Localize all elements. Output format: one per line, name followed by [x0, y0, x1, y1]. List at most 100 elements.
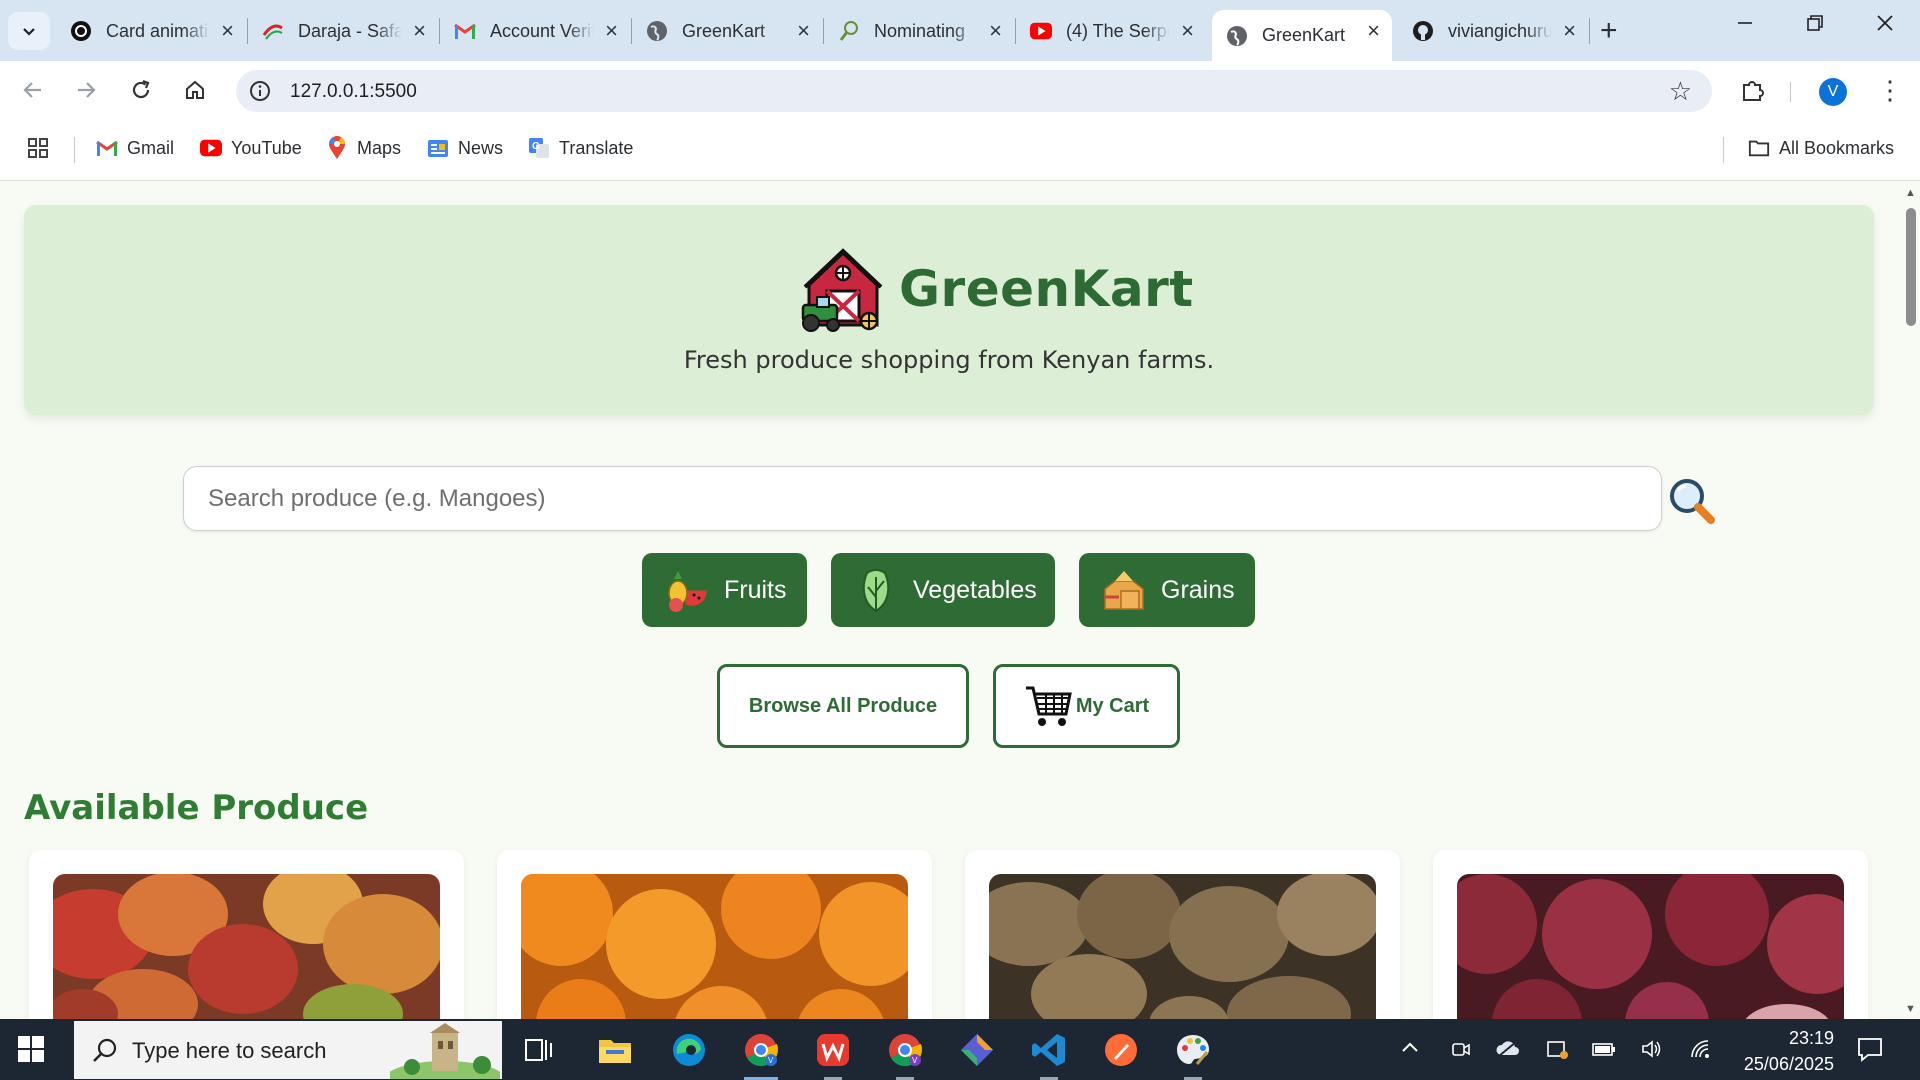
browser-toolbar: 127.0.0.1:5500 ☆ V ⋮	[0, 61, 1920, 119]
tab-youtube[interactable]: (4) The Serpent ×	[1016, 10, 1206, 52]
tab-greenkart-active[interactable]: GreenKart ×	[1212, 10, 1392, 61]
product-card[interactable]	[1433, 850, 1868, 1019]
fruits-icon	[668, 571, 710, 612]
bookmark-star-icon[interactable]: ☆	[1669, 76, 1692, 107]
tagline: Fresh produce shopping from Kenyan farms…	[683, 346, 1215, 374]
bookmark-gmail[interactable]: Gmail	[96, 137, 174, 159]
chrome-button[interactable]: V	[738, 1027, 784, 1080]
close-window-button[interactable]	[1876, 12, 1894, 38]
git-client-button[interactable]	[954, 1027, 1000, 1073]
edge-button[interactable]	[666, 1027, 712, 1073]
browse-all-button[interactable]: Browse All Produce	[717, 664, 969, 748]
close-icon[interactable]: ×	[605, 20, 618, 42]
tab-title: (4) The Serpent	[1066, 20, 1170, 41]
security-icon[interactable]	[1546, 1039, 1568, 1064]
scroll-down-icon[interactable]: ▼	[1905, 1003, 1916, 1015]
meet-now-icon[interactable]	[1451, 1039, 1471, 1064]
wps-office-button[interactable]	[810, 1027, 856, 1080]
close-icon[interactable]: ×	[1563, 20, 1576, 42]
chrome-icon: V	[745, 1034, 779, 1067]
tab-search-button[interactable]	[8, 12, 50, 50]
bookmark-youtube[interactable]: YouTube	[200, 137, 302, 159]
system-clock[interactable]: 23:19 25/06/2025	[1734, 1025, 1834, 1077]
globe-icon	[646, 20, 668, 42]
category-label: Grains	[1161, 575, 1235, 604]
vscode-button[interactable]	[1026, 1027, 1072, 1080]
new-tab-button[interactable]: +	[1600, 14, 1618, 48]
forward-button[interactable]	[71, 75, 101, 105]
bookmark-news[interactable]: News	[427, 137, 503, 159]
network-icon[interactable]	[1690, 1039, 1714, 1064]
search-input[interactable]	[208, 467, 1628, 530]
close-icon[interactable]: ×	[797, 20, 810, 42]
close-icon[interactable]: ×	[1367, 20, 1380, 42]
category-vegetables-button[interactable]: Vegetables	[831, 553, 1055, 627]
bookmark-label: YouTube	[231, 137, 302, 158]
close-icon[interactable]: ×	[1181, 20, 1194, 42]
reload-button[interactable]	[126, 75, 156, 105]
apps-button[interactable]	[27, 137, 58, 159]
translate-icon: G	[528, 137, 550, 159]
hero-banner: GreenKart Fresh produce shopping from Ke…	[24, 205, 1874, 415]
clock-time: 23:19	[1788, 1028, 1834, 1048]
brand-title: GreenKart	[899, 260, 1194, 318]
paint-button[interactable]	[1170, 1027, 1216, 1080]
globe-icon	[1226, 25, 1248, 47]
all-bookmarks-button[interactable]: All Bookmarks	[1748, 137, 1894, 159]
onedrive-icon[interactable]	[1496, 1039, 1520, 1064]
url-text[interactable]: 127.0.0.1:5500	[290, 81, 417, 103]
profile-avatar[interactable]: V	[1819, 78, 1847, 106]
scroll-up-icon[interactable]: ▲	[1905, 187, 1916, 199]
product-card[interactable]	[29, 850, 464, 1019]
svg-text:G: G	[532, 141, 540, 152]
category-grains-button[interactable]: Grains	[1079, 553, 1255, 627]
task-view-button[interactable]	[516, 1027, 562, 1073]
tab-title: GreenKart	[1262, 25, 1346, 45]
chrome-profile-button[interactable]: V	[882, 1027, 928, 1080]
tab-github[interactable]: viviangichuru ×	[1398, 10, 1588, 52]
tab-nominating[interactable]: Nominating ×	[824, 10, 1014, 52]
restore-button[interactable]	[1806, 12, 1824, 38]
notifications-icon[interactable]	[1856, 1035, 1884, 1068]
extensions-icon[interactable]	[1740, 77, 1766, 108]
address-bar[interactable]: 127.0.0.1:5500 ☆	[236, 70, 1712, 112]
site-info-icon[interactable]	[249, 80, 271, 107]
postman-icon	[1105, 1034, 1137, 1066]
postman-button[interactable]	[1098, 1027, 1144, 1073]
bookmark-maps[interactable]: Maps	[326, 136, 401, 159]
category-fruits-button[interactable]: Fruits	[642, 553, 807, 627]
show-hidden-icons-button[interactable]	[1401, 1039, 1419, 1062]
scrollbar-thumb[interactable]	[1906, 208, 1916, 326]
product-card[interactable]	[965, 850, 1400, 1019]
chevron-up-icon	[1402, 1042, 1418, 1052]
close-icon[interactable]: ×	[989, 20, 1002, 42]
search-icon[interactable]	[1666, 475, 1718, 527]
file-explorer-button[interactable]	[592, 1027, 638, 1073]
close-icon[interactable]: ×	[221, 20, 234, 42]
volume-icon[interactable]	[1641, 1039, 1663, 1064]
minimize-button[interactable]	[1736, 12, 1754, 38]
close-icon[interactable]: ×	[413, 20, 426, 42]
tab-strip: Card animations × Daraja - Safaricom × A…	[0, 0, 1920, 61]
my-cart-button[interactable]: My Cart	[993, 664, 1180, 748]
bookmark-translate[interactable]: G Translate	[528, 137, 633, 159]
maps-icon	[326, 136, 348, 159]
tab-greenkart[interactable]: GreenKart ×	[632, 10, 822, 52]
product-card[interactable]	[497, 850, 932, 1019]
tab-daraja[interactable]: Daraja - Safaricom ×	[248, 10, 438, 52]
tab-account-verification[interactable]: Account Verification ×	[440, 10, 630, 52]
windows-start-button[interactable]	[18, 1036, 44, 1067]
more-menu-icon[interactable]: ⋮	[1877, 75, 1903, 106]
back-button[interactable]	[18, 75, 48, 105]
battery-icon[interactable]	[1592, 1039, 1616, 1064]
taskbar-search[interactable]: Type here to search	[74, 1021, 502, 1079]
svg-text:V: V	[912, 1056, 918, 1065]
vegetables-icon	[862, 569, 890, 613]
minimize-icon	[1738, 22, 1752, 24]
tab-title: Daraja - Safaricom	[298, 20, 402, 41]
home-button[interactable]	[180, 75, 210, 105]
tab-card-animations[interactable]: Card animations ×	[56, 10, 246, 52]
wps-office-icon	[817, 1034, 849, 1066]
page-scrollbar[interactable]: ▲ ▼	[1902, 181, 1920, 1019]
tab-title: Card animations	[106, 20, 210, 41]
